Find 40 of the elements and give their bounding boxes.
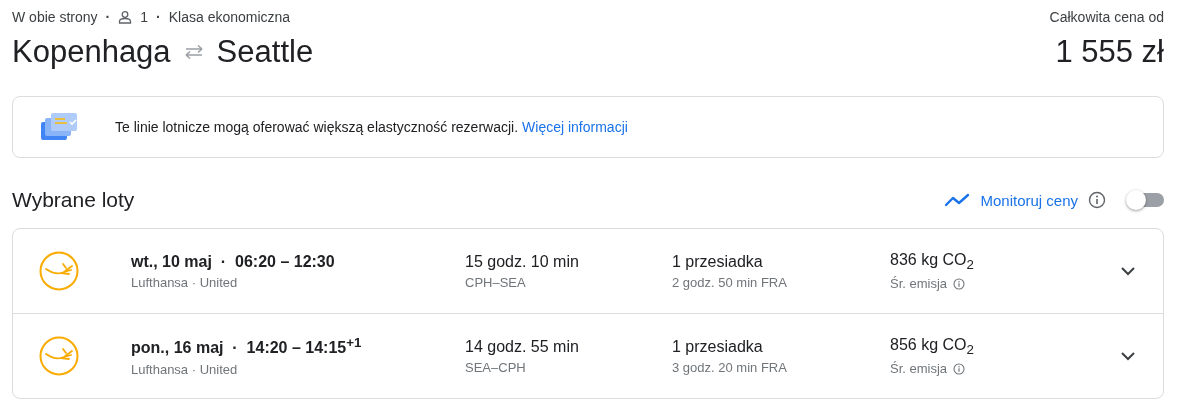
price-label: Całkowita cena od	[1049, 8, 1164, 27]
layover-info: 3 godz. 20 min FRA	[672, 359, 788, 375]
trip-type: W obie strony	[12, 9, 98, 25]
info-icon	[953, 362, 966, 375]
notice-text: Te linie lotnicze mogą oferować większą elastyczność rezerwacji.	[115, 119, 519, 135]
emissions-value: 836 kg CO$_{2}$	[890, 250, 975, 273]
destination-city: Seattle	[216, 34, 314, 70]
flight-duration: 14 godz. 55 min	[465, 337, 580, 356]
cabin-class: Klasa ekonomiczna	[168, 9, 291, 25]
layover-info: 2 godz. 50 min FRA	[672, 274, 788, 290]
flight-schedule: pon., 16 maj · 14:20 – 14:15$^{+1}$	[131, 335, 363, 358]
stops-count: 1 przesiadka	[672, 337, 764, 356]
airlines: Lufthansa · United	[131, 274, 239, 290]
section-title: Wybrane loty	[12, 188, 135, 212]
info-icon	[953, 277, 966, 290]
crane-logo-icon	[39, 336, 79, 376]
info-icon	[1088, 191, 1106, 209]
emissions-label: Śr. emisja	[890, 276, 948, 292]
emissions-label: Śr. emisja	[890, 361, 948, 377]
separator-dot: ·	[105, 9, 111, 25]
separator-dot: ·	[156, 9, 161, 25]
passenger-count: 1	[140, 9, 149, 25]
route-codes: SEA–CPH	[465, 359, 527, 375]
price-tracking-label: Monitoruj ceny	[980, 191, 1078, 209]
crane-logo-icon	[39, 251, 79, 291]
ticket-icon	[41, 112, 79, 142]
price-tracking-toggle[interactable]	[1128, 193, 1164, 207]
emissions-value: 856 kg CO$_{2}$	[890, 335, 975, 358]
origin-city: Kopenhaga	[12, 34, 171, 70]
person-icon	[118, 10, 133, 24]
flight-schedule: wt., 10 maj · 06:20 – 12:30	[131, 252, 336, 271]
route-codes: CPH–SEA	[465, 274, 527, 290]
chevron-icon	[1120, 266, 1136, 276]
flight-duration: 15 godz. 10 min	[465, 252, 580, 271]
stops-count: 1 przesiadka	[672, 252, 764, 271]
trend-icon	[944, 193, 971, 207]
chevron-icon	[1120, 351, 1136, 361]
airlines: Lufthansa · United	[131, 361, 239, 377]
more-info-link[interactable]: Więcej informacji	[522, 119, 628, 135]
total-price: 1 555 zł	[1055, 34, 1164, 70]
